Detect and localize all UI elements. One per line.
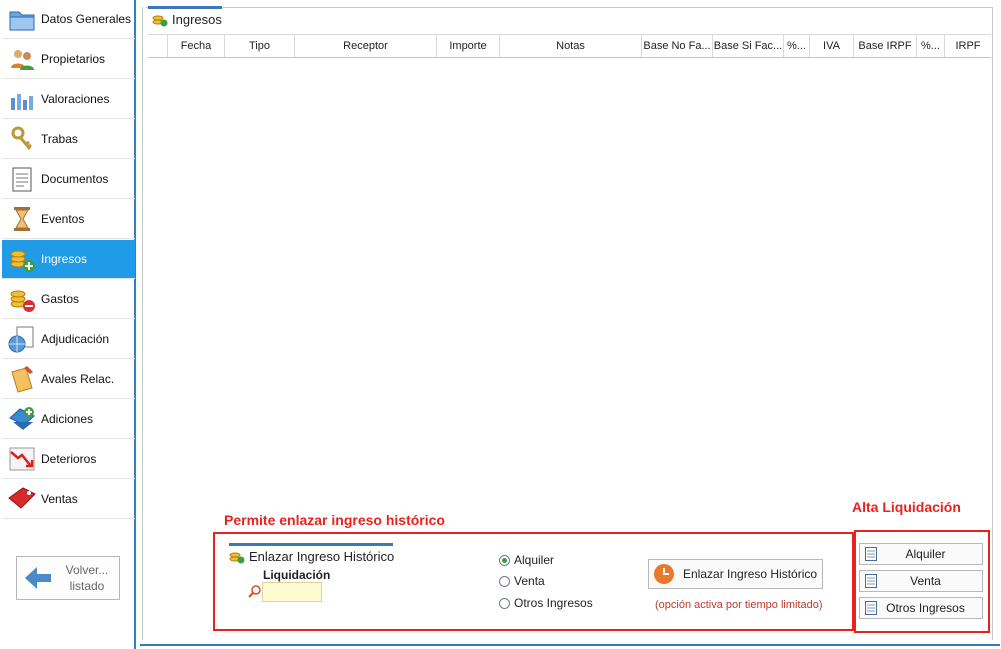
- liquidacion-input[interactable]: [262, 582, 322, 602]
- pencil-document-icon: [11, 366, 33, 393]
- alta-venta-button[interactable]: Venta: [859, 570, 983, 592]
- sidebar-item-deterioros[interactable]: Deterioros: [2, 440, 135, 479]
- column-header-base-si-fac[interactable]: Base Si Fac...: [713, 35, 784, 57]
- sidebar-item-label: Trabas: [41, 132, 78, 146]
- column-header-notas[interactable]: Notas: [500, 35, 642, 57]
- sidebar-item-label: Ventas: [41, 492, 78, 506]
- sidebar: Datos Generales Propietarios Valoracione…: [0, 0, 136, 649]
- sidebar-item-ingresos[interactable]: Ingresos: [2, 240, 135, 279]
- sidebar-item-label: Propietarios: [41, 52, 106, 66]
- coins-remove-icon: [10, 290, 35, 312]
- notepad-icon: [12, 167, 32, 192]
- alta-alquiler-button[interactable]: Alquiler: [859, 543, 983, 565]
- column-header-importe[interactable]: Importe: [437, 35, 500, 57]
- document-icon: [865, 547, 877, 561]
- sidebar-item-label: Documentos: [41, 172, 109, 186]
- sidebar-item-label: Avales Relac.: [41, 372, 115, 386]
- panel-accent: [148, 6, 222, 9]
- sidebar-item-gastos[interactable]: Gastos: [2, 280, 135, 319]
- sidebar-item-label: Eventos: [41, 212, 85, 226]
- sidebar-item-label: Gastos: [41, 292, 80, 306]
- frame-right: [992, 7, 993, 640]
- column-header-pct-iva[interactable]: %...: [784, 35, 810, 57]
- annotation-alta-note: Alta Liquidación: [852, 499, 961, 515]
- column-header-irpf[interactable]: IRPF: [945, 35, 991, 57]
- alta-button-label: Otros Ingresos: [886, 601, 965, 615]
- column-header-receptor[interactable]: Receptor: [295, 35, 437, 57]
- radio-otros-ingresos[interactable]: Otros Ingresos: [499, 596, 593, 610]
- sidebar-item-label: Ingresos: [41, 252, 88, 266]
- link-section-title: Enlazar Ingreso Histórico: [249, 549, 395, 564]
- panel-border: [146, 7, 992, 8]
- panel-title: Ingresos: [172, 12, 222, 27]
- back-label: Volver... listado: [65, 563, 109, 593]
- search-icon[interactable]: [248, 585, 262, 599]
- column-header-iva[interactable]: IVA: [810, 35, 854, 57]
- bar-chart-icon: [11, 94, 33, 110]
- limited-time-note: (opción activa por tiempo limitado): [655, 599, 823, 611]
- radio-label: Venta: [514, 574, 545, 588]
- radio-label: Alquiler: [514, 553, 555, 567]
- link-historic-label: Enlazar Ingreso Histórico: [683, 567, 818, 581]
- sidebar-item-adiciones[interactable]: Adiciones: [2, 400, 135, 439]
- column-header-tipo[interactable]: Tipo: [225, 35, 295, 57]
- add-arrow-icon: [9, 407, 35, 430]
- keys-icon: [11, 126, 32, 150]
- sidebar-item-ventas[interactable]: Ventas: [2, 480, 135, 519]
- column-header-base-irpf[interactable]: Base IRPF: [854, 35, 917, 57]
- radio-dot: [499, 575, 510, 587]
- column-header-pct-irpf[interactable]: %...: [917, 35, 945, 57]
- alta-otros-ingresos-button[interactable]: Otros Ingresos: [859, 597, 983, 619]
- sidebar-item-valoraciones[interactable]: Valoraciones: [2, 80, 135, 119]
- liquidacion-label: Liquidación: [263, 568, 331, 582]
- sidebar-item-eventos[interactable]: Eventos: [2, 200, 135, 239]
- alta-button-label: Venta: [910, 574, 941, 588]
- sidebar-item-label: Adjudicación: [41, 332, 110, 346]
- sidebar-item-avales-relac[interactable]: Avales Relac.: [2, 360, 135, 399]
- sidebar-item-datos-generales[interactable]: Datos Generales: [2, 0, 135, 39]
- annotation-link-note: Permite enlazar ingreso histórico: [224, 512, 445, 528]
- radio-alquiler[interactable]: Alquiler: [499, 553, 554, 567]
- alta-button-label: Alquiler: [905, 547, 946, 561]
- grid-header: Fecha Tipo Receptor Importe Notas Base N…: [148, 34, 991, 58]
- coins-add-icon: [152, 15, 168, 27]
- frame-bottom: [140, 644, 1000, 646]
- coins-add-icon: [229, 552, 245, 564]
- document-icon: [865, 601, 877, 615]
- arrow-left-icon: [25, 567, 51, 589]
- sidebar-item-label: Adiciones: [41, 412, 94, 426]
- sidebar-item-propietarios[interactable]: Propietarios: [2, 40, 135, 79]
- sidebar-item-label: Valoraciones: [41, 92, 110, 106]
- link-section-accent: [229, 543, 393, 546]
- sidebar-item-label: Datos Generales: [41, 12, 132, 26]
- down-trend-icon: [9, 447, 35, 471]
- people-icon: [11, 50, 34, 70]
- globe-document-icon: [8, 326, 34, 353]
- frame-left: [142, 7, 143, 640]
- document-icon: [865, 574, 877, 588]
- radio-dot: [499, 597, 510, 609]
- column-header-selector[interactable]: [148, 35, 168, 57]
- sidebar-item-documentos[interactable]: Documentos: [2, 160, 135, 199]
- folder-icon: [9, 11, 35, 31]
- sidebar-item-label: Deterioros: [41, 452, 97, 466]
- radio-dot: [499, 554, 510, 566]
- coins-add-icon: [10, 250, 35, 272]
- clock-icon: [654, 564, 674, 584]
- sidebar-item-trabas[interactable]: Trabas: [2, 120, 135, 159]
- radio-label: Otros Ingresos: [514, 596, 593, 610]
- hourglass-icon: [14, 207, 30, 231]
- link-historic-button[interactable]: Enlazar Ingreso Histórico: [648, 559, 823, 589]
- column-header-fecha[interactable]: Fecha: [168, 35, 225, 57]
- column-header-base-no-fa[interactable]: Base No Fa...: [642, 35, 713, 57]
- sale-tag-icon: [8, 487, 36, 509]
- back-to-list-button[interactable]: Volver... listado: [16, 556, 120, 600]
- sidebar-item-adjudicacion[interactable]: Adjudicación: [2, 320, 135, 359]
- radio-venta[interactable]: Venta: [499, 574, 545, 588]
